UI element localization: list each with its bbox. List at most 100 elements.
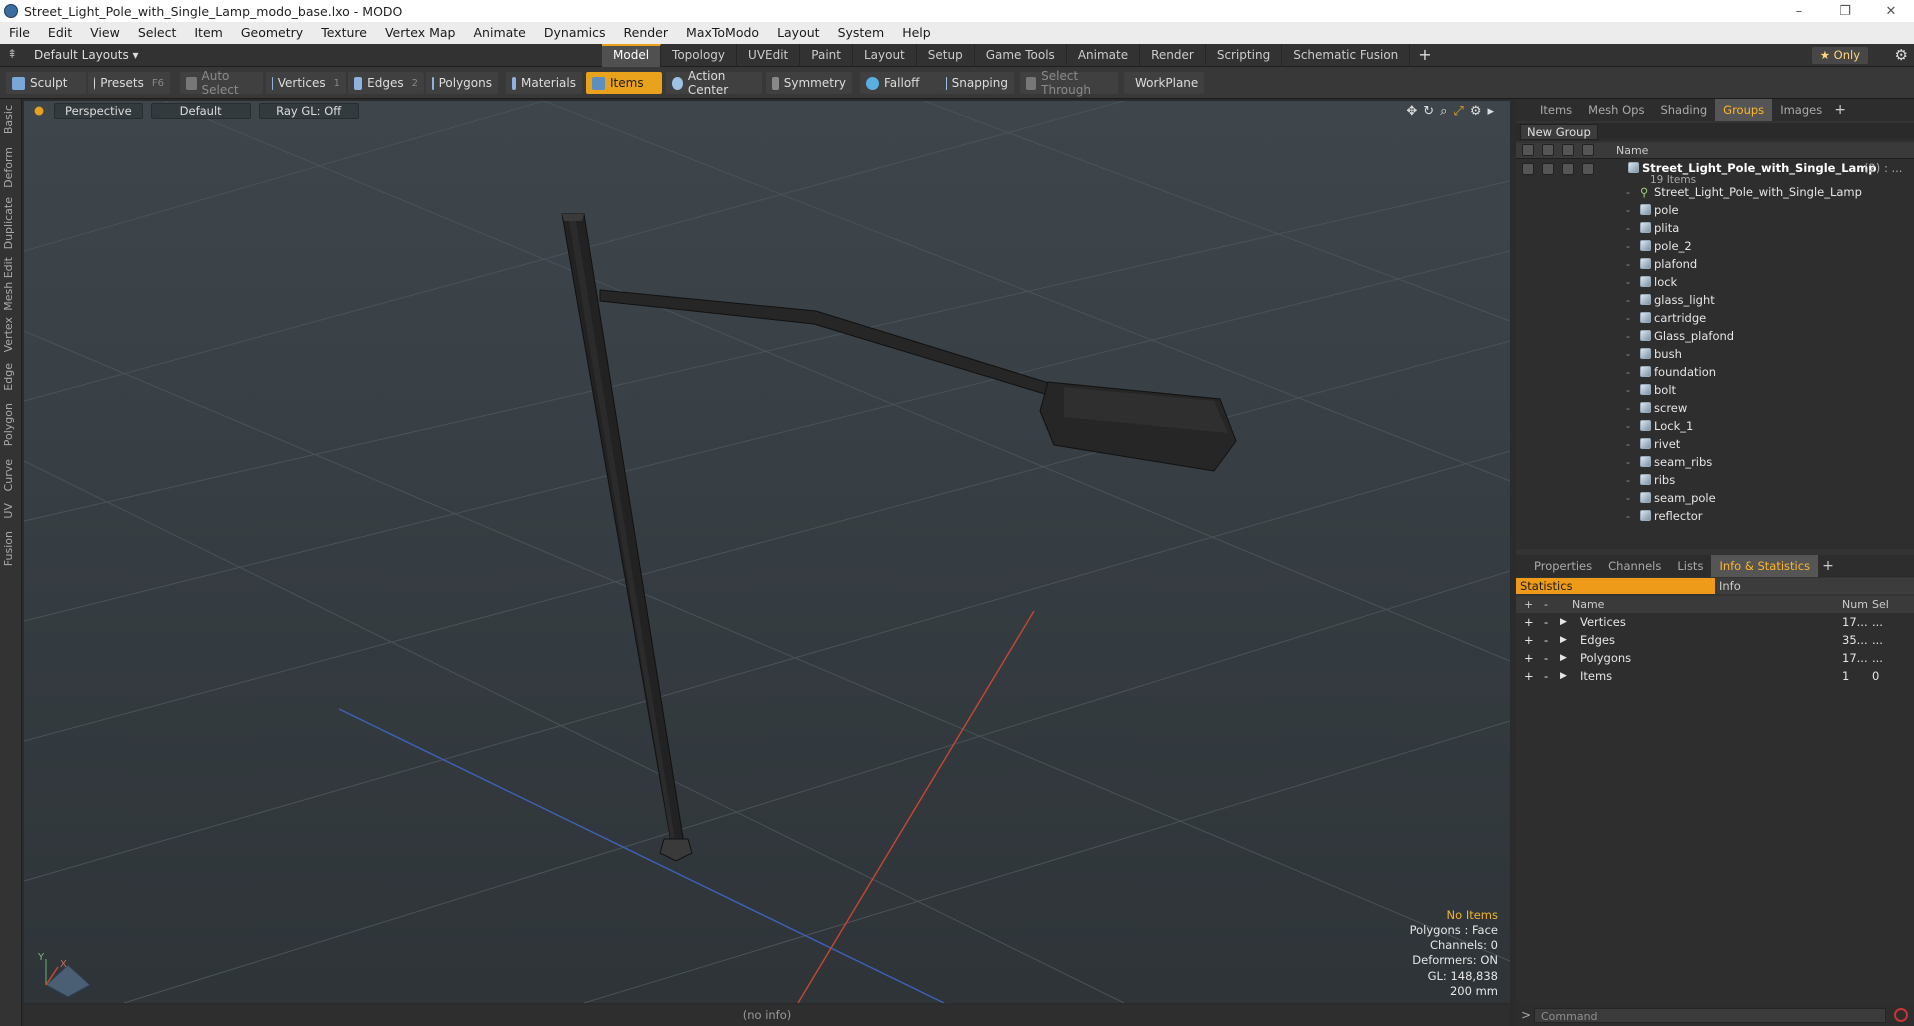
tree-item[interactable]: - bolt — [1516, 381, 1914, 399]
tab-render[interactable]: Render — [1140, 44, 1206, 67]
presets-button[interactable]: Presets F6 — [88, 72, 170, 94]
gear-icon[interactable]: ⚙ — [1895, 46, 1908, 64]
snapping-button[interactable]: Snapping — [940, 72, 1014, 94]
menu-help[interactable]: Help — [893, 22, 940, 44]
render-icon[interactable] — [1542, 144, 1554, 156]
tree-item[interactable]: - plafond — [1516, 255, 1914, 273]
tree-item[interactable]: - pole_2 — [1516, 237, 1914, 255]
tab-mesh-ops[interactable]: Mesh Ops — [1580, 99, 1652, 121]
tab-schematic-fusion[interactable]: Schematic Fusion — [1282, 44, 1411, 67]
tab-animate[interactable]: Animate — [1067, 44, 1141, 67]
select-through-button[interactable]: Select Through — [1020, 69, 1118, 97]
menu-layout[interactable]: Layout — [768, 22, 829, 44]
tree-item[interactable]: - seam_pole — [1516, 489, 1914, 507]
street-light-model[interactable] — [561, 213, 1237, 862]
menu-maxtomodo[interactable]: MaxToModo — [677, 22, 768, 44]
tree-item[interactable]: - plita — [1516, 219, 1914, 237]
workplane-button[interactable]: WorkPlane — [1124, 72, 1204, 94]
tree-item[interactable]: - Lock_1 — [1516, 417, 1914, 435]
tab-model[interactable]: Model — [602, 44, 662, 67]
tab-layout[interactable]: Layout — [853, 44, 917, 67]
stat-row-vertices[interactable]: + - ▶ Vertices 17...... — [1516, 613, 1914, 631]
record-icon[interactable] — [1894, 1008, 1908, 1022]
group-render-icon[interactable] — [1542, 163, 1554, 175]
menu-dynamics[interactable]: Dynamics — [535, 22, 615, 44]
tree-item[interactable]: - seam_ribs — [1516, 453, 1914, 471]
tree-item[interactable]: - reflector — [1516, 507, 1914, 525]
select-icon[interactable] — [1582, 144, 1594, 156]
menu-render[interactable]: Render — [615, 22, 678, 44]
expand-arrow-icon[interactable]: ▸ — [1487, 104, 1494, 119]
vtab-edge[interactable]: Edge — [2, 363, 20, 391]
zoom-view-icon[interactable]: ⌕ — [1440, 104, 1447, 119]
tab-images[interactable]: Images — [1772, 99, 1830, 121]
expand-arrow-icon[interactable]: ▶ — [1560, 613, 1567, 631]
tab-setup[interactable]: Setup — [917, 44, 975, 67]
minimize-button[interactable]: – — [1776, 0, 1822, 22]
command-input[interactable]: Command — [1534, 1008, 1886, 1023]
tree-item[interactable]: - ribs — [1516, 471, 1914, 489]
perspective-button[interactable]: Perspective — [54, 103, 143, 119]
tree-item[interactable]: - bush — [1516, 345, 1914, 363]
collapse-arrow-icon[interactable]: ⇞ — [4, 47, 20, 63]
tree-item[interactable]: - lock — [1516, 273, 1914, 291]
symmetry-button[interactable]: Symmetry — [766, 72, 852, 94]
subtab-statistics[interactable]: Statistics — [1516, 578, 1715, 594]
auto-select-button[interactable]: Auto Select — [180, 69, 263, 97]
tab-channels[interactable]: Channels — [1600, 555, 1669, 577]
vtab-vertex[interactable]: Vertex — [2, 317, 20, 352]
tab-groups[interactable]: Groups — [1715, 99, 1773, 121]
shading-default-button[interactable]: Default — [150, 103, 251, 119]
edges-button[interactable]: Edges 2 — [348, 72, 424, 94]
plus-icon[interactable]: + — [1524, 613, 1534, 631]
minus-icon[interactable]: - — [1544, 631, 1548, 649]
visibility-eye-icon[interactable] — [1522, 144, 1534, 156]
tab-topology[interactable]: Topology — [661, 44, 738, 67]
tab-paint[interactable]: Paint — [800, 44, 853, 67]
plus-icon[interactable]: + — [1524, 649, 1534, 667]
menu-item[interactable]: Item — [185, 22, 231, 44]
tree-item[interactable]: - rivet — [1516, 435, 1914, 453]
vtab-curve[interactable]: Curve — [2, 459, 20, 491]
vtab-basic[interactable]: Basic — [2, 105, 20, 134]
materials-button[interactable]: Materials — [506, 72, 582, 94]
expand-arrow-icon[interactable]: ▶ — [1560, 649, 1567, 667]
menu-edit[interactable]: Edit — [39, 22, 81, 44]
3d-viewport[interactable]: Y X ● Perspective Default Ray GL: Off ✥ … — [24, 101, 1510, 1003]
add-tab-button[interactable]: + — [1410, 44, 1439, 67]
maximize-button[interactable]: ❐ — [1822, 0, 1868, 22]
minus-icon[interactable]: - — [1544, 667, 1548, 685]
close-button[interactable]: ✕ — [1868, 0, 1914, 22]
subtab-info[interactable]: Info — [1715, 578, 1914, 594]
move-view-icon[interactable]: ✥ — [1406, 104, 1417, 119]
tree-item[interactable]: - pole — [1516, 201, 1914, 219]
falloff-button[interactable]: Falloff — [860, 72, 940, 94]
collapse-all-button[interactable]: - — [1544, 596, 1548, 613]
group-lock-icon[interactable] — [1562, 163, 1574, 175]
rotate-view-icon[interactable]: ↻ — [1423, 104, 1434, 119]
menu-geometry[interactable]: Geometry — [232, 22, 312, 44]
menu-select[interactable]: Select — [129, 22, 186, 44]
tree-item[interactable]: - cartridge — [1516, 309, 1914, 327]
viewport-menu-icon[interactable]: ● — [32, 103, 46, 119]
menu-file[interactable]: File — [0, 22, 39, 44]
only-toggle[interactable]: ★ Only — [1811, 47, 1868, 64]
tree-item[interactable]: - screw — [1516, 399, 1914, 417]
group-select-icon[interactable] — [1582, 163, 1594, 175]
fit-view-icon[interactable]: ⤢ — [1453, 104, 1463, 119]
tab-game-tools[interactable]: Game Tools — [975, 44, 1067, 67]
polygons-button[interactable]: Polygons — [426, 72, 498, 94]
minus-icon[interactable]: - — [1544, 613, 1548, 631]
tree-item[interactable]: - Glass_plafond — [1516, 327, 1914, 345]
expand-arrow-icon[interactable]: ▶ — [1560, 631, 1567, 649]
menu-view[interactable]: View — [81, 22, 129, 44]
default-layouts-dropdown[interactable]: Default Layouts ▾ — [34, 44, 139, 67]
tree-item[interactable]: - foundation — [1516, 363, 1914, 381]
sculpt-button[interactable]: Sculpt — [6, 72, 86, 94]
new-group-button[interactable]: New Group — [1520, 124, 1598, 140]
tab-lists[interactable]: Lists — [1669, 555, 1711, 577]
tree-item[interactable]: - glass_light — [1516, 291, 1914, 309]
tab-uvedit[interactable]: UVEdit — [737, 44, 801, 67]
vtab-uv[interactable]: UV — [2, 503, 20, 519]
tree-item[interactable]: - ⚲ Street_Light_Pole_with_Single_Lamp — [1516, 183, 1914, 201]
